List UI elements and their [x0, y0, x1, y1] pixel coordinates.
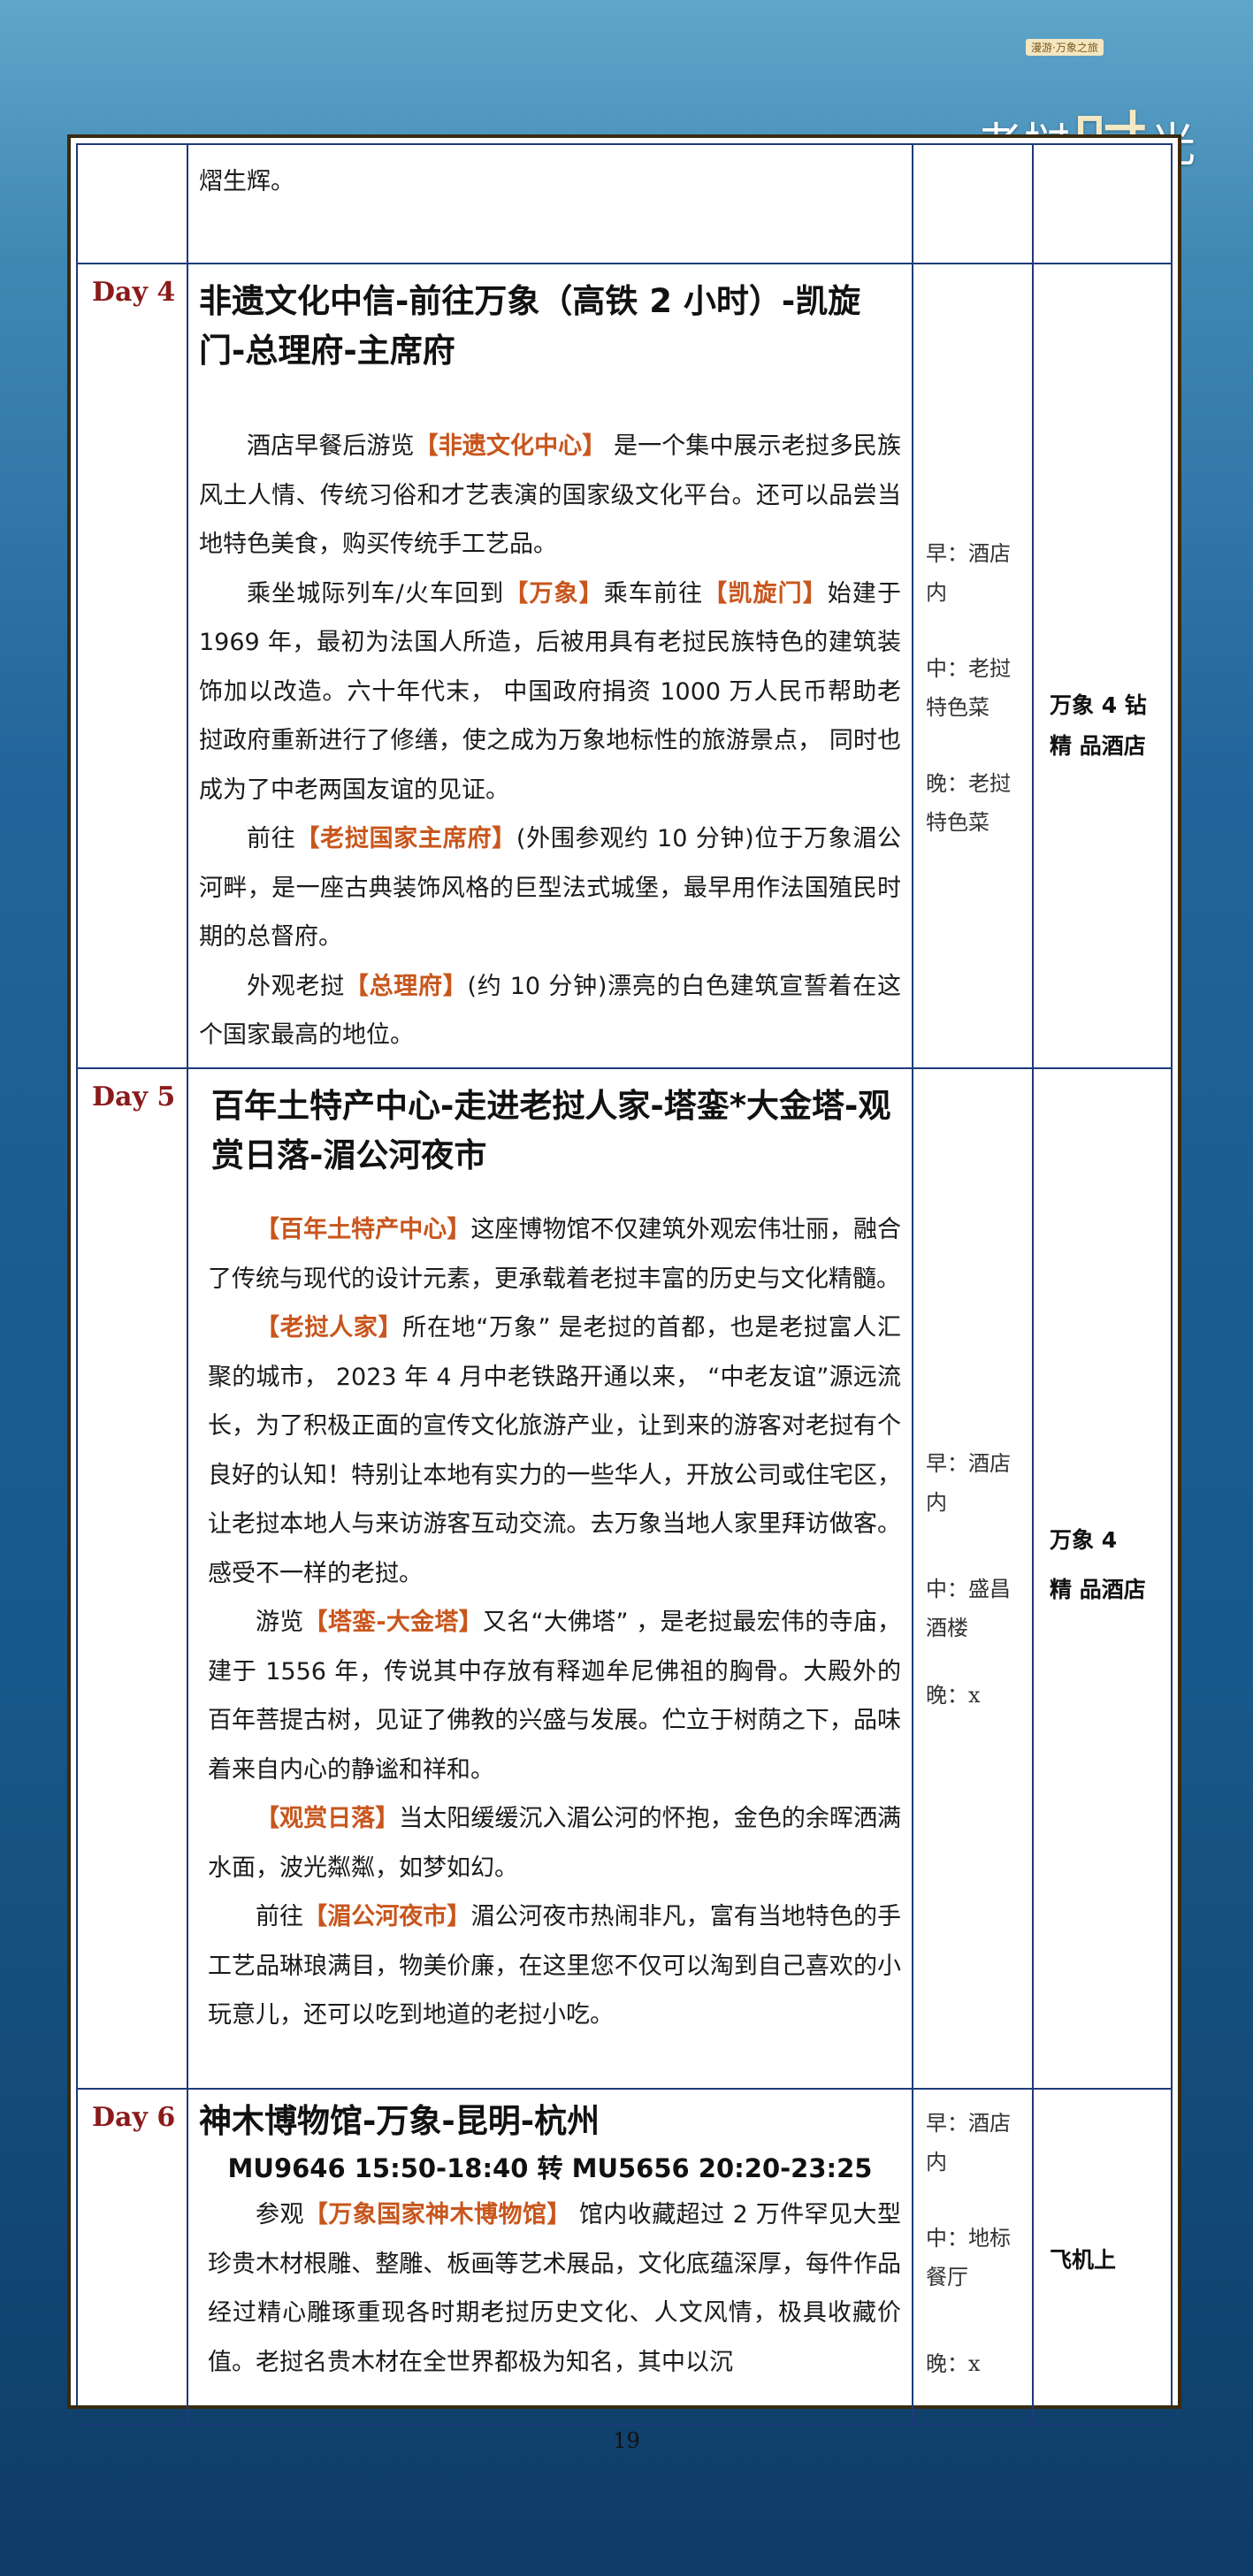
highlight-place: 【总理府】	[344, 972, 468, 1000]
brand-logo: 漫游·万象之旅 老挝时光	[973, 28, 1229, 192]
paragraph: 【百年土特产中心】这座博物馆不仅建筑外观宏伟壮丽，融合了传统与现代的设计元素，更…	[208, 1205, 901, 1303]
page-number: 19	[613, 2428, 640, 2453]
flight-info: MU9646 15:50-18:40 转 MU5656 20:20-23:25	[227, 2153, 873, 2183]
highlight-place: 【湄公河夜市】	[303, 1903, 471, 1930]
text-run: 参观	[256, 2201, 304, 2228]
day-label: Day 4	[92, 277, 176, 308]
hotel-name: 万象 4 钻精 品酒店	[1050, 692, 1147, 759]
highlight-place: 【老挝国家主席府】	[295, 825, 516, 852]
itinerary-table: 熠生辉。 Day 4 非遗文化中信-前往万象（高铁 2 小时）-凯旋门-总理府-…	[78, 145, 1171, 2426]
paragraph: 前往【老挝国家主席府】(外围参观约 10 分钟)位于万象湄公河畔，是一座古典装饰…	[199, 814, 901, 962]
day-description: 【百年土特产中心】这座博物馆不仅建筑外观宏伟壮丽，融合了传统与现代的设计元素，更…	[188, 1205, 912, 2040]
highlight-place: 【塔銮-大金塔】	[303, 1609, 483, 1636]
paragraph: 外观老挝【总理府】(约 10 分钟)漂亮的白色建筑宣誓着在这个国家最高的地位。	[199, 962, 901, 1060]
meal-lunch: 中：老挝特色菜	[926, 656, 1011, 720]
highlight-place: 【非遗文化中心】	[414, 432, 607, 460]
meal-breakfast: 早：酒店内	[926, 2111, 1011, 2175]
text-run: 游览	[256, 1609, 304, 1636]
day-description: 酒店早餐后游览【非遗文化中心】 是一个集中展示老挝多民族风土人情、传统习俗和才艺…	[188, 422, 912, 1060]
table-row-continued: 熠生辉。	[78, 145, 1171, 264]
meal-dinner: 晚：x	[926, 1683, 981, 1708]
paragraph: 酒店早餐后游览【非遗文化中心】 是一个集中展示老挝多民族风土人情、传统习俗和才艺…	[199, 422, 901, 569]
text-run: 乘坐城际列车/火车回到	[247, 579, 505, 608]
text-run: 乘车前往	[603, 579, 704, 608]
continued-text: 熠生辉。	[199, 168, 294, 195]
text-run: 前往	[256, 1903, 304, 1930]
paragraph: 【观赏日落】当太阳缓缓沉入湄公河的怀抱，金色的余晖洒满水面，波光粼粼，如梦如幻。	[208, 1794, 901, 1892]
paragraph: 游览【塔銮-大金塔】又名“大佛塔” ，是老挝最宏伟的寺庙，建于 1556 年，传…	[208, 1598, 901, 1794]
highlight-place: 【万象国家神木博物馆】	[303, 2201, 571, 2228]
highlight-place: 【百年土特产中心】	[256, 1216, 471, 1243]
logo-tag: 漫游·万象之旅	[1026, 39, 1104, 56]
text-run: 所在地“万象” 是老挝的首都，也是老挝富人汇聚的城市， 2023 年 4 月中老…	[208, 1314, 902, 1587]
highlight-place: 【凯旋门】	[703, 579, 828, 608]
meal-breakfast: 早：酒店内	[926, 1451, 1011, 1515]
meal-lunch: 中：盛昌酒楼	[926, 1577, 1011, 1640]
meal-breakfast: 早：酒店内	[926, 541, 1011, 605]
day-description: 参观【万象国家神木博物馆】 馆内收藏超过 2 万件罕见大型珍贵木材根雕、整雕、板…	[188, 2190, 912, 2387]
text-run: 外观老挝	[247, 972, 345, 1000]
highlight-place: 【观赏日落】	[256, 1805, 400, 1832]
meal-dinner: 晚：老挝特色菜	[926, 771, 1011, 835]
meal-dinner: 晚：x	[926, 2351, 981, 2376]
day-title: 非遗文化中信-前往万象（高铁 2 小时）-凯旋门-总理府-主席府	[199, 282, 861, 370]
paragraph: 乘坐城际列车/火车回到【万象】乘车前往【凯旋门】始建于 1969 年，最初为法国…	[199, 569, 901, 815]
hotel-name-cont: 精 品酒店	[1050, 1577, 1146, 1602]
table-row-day5: Day 5 百年土特产中心-走进老挝人家-塔銮*大金塔-观赏日落-湄公河夜市 【…	[78, 1067, 1171, 2090]
day-label: Day 5	[92, 1082, 176, 1112]
paragraph: 前往【湄公河夜市】湄公河夜市热闹非凡，富有当地特色的手工艺品琳琅满目，物美价廉，…	[208, 1892, 901, 2040]
paragraph: 参观【万象国家神木博物馆】 馆内收藏超过 2 万件罕见大型珍贵木材根雕、整雕、板…	[208, 2190, 901, 2387]
meal-lunch: 中：地标餐厅	[926, 2226, 1011, 2289]
day-title: 百年土特产中心-走进老挝人家-塔銮*大金塔-观赏日落-湄公河夜市	[211, 1087, 891, 1174]
highlight-place: 【老挝人家】	[256, 1314, 403, 1342]
hotel-name: 飞机上	[1050, 2247, 1117, 2273]
text-run: 酒店早餐后游览	[247, 432, 415, 460]
day-title: 神木博物馆-万象-昆明-杭州	[199, 2102, 600, 2140]
day-label: Day 6	[92, 2102, 176, 2133]
paragraph: 【老挝人家】所在地“万象” 是老挝的首都，也是老挝富人汇聚的城市， 2023 年…	[208, 1303, 901, 1598]
table-row-day6: Day 6 神木博物馆-万象-昆明-杭州 MU9646 15:50-18:40 …	[78, 2088, 1171, 2426]
table-row-day4: Day 4 非遗文化中信-前往万象（高铁 2 小时）-凯旋门-总理府-主席府 酒…	[78, 263, 1171, 1069]
itinerary-frame: 熠生辉。 Day 4 非遗文化中信-前往万象（高铁 2 小时）-凯旋门-总理府-…	[67, 134, 1181, 2426]
text-run: 前往	[247, 825, 296, 852]
text-run: 始建于 1969 年，最初为法国人所造，后被用具有老挝民族特色的建筑装饰加以改造…	[199, 579, 902, 804]
hotel-name: 万象 4	[1050, 1527, 1118, 1553]
highlight-place: 【万象】	[504, 579, 604, 608]
